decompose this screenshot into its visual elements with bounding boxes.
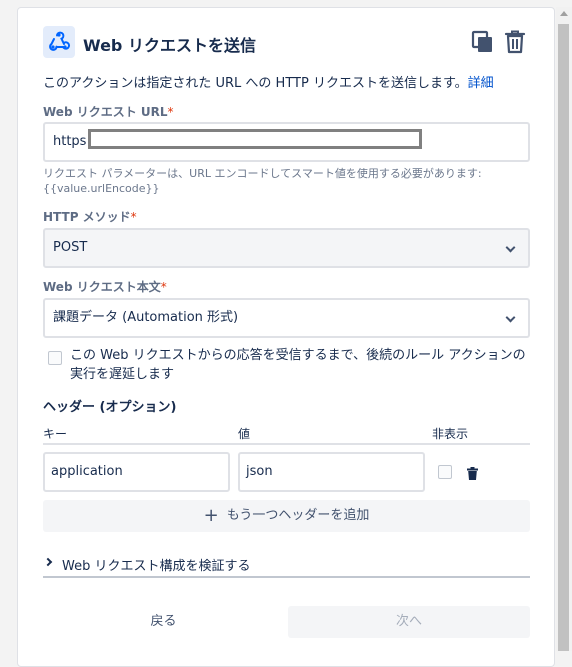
body-select[interactable]: 課題データ (Automation 形式) — [43, 298, 530, 338]
validate-request-toggle[interactable]: Web リクエスト構成を検証する — [43, 552, 530, 578]
header-value-input[interactable]: json — [238, 452, 425, 492]
wait-response-label: この Web リクエストからの応答を受信するまで、後続のルール アクションの実行… — [70, 348, 526, 382]
next-button[interactable]: 次へ — [288, 606, 530, 638]
add-header-label: もう一つヘッダーを追加 — [226, 508, 370, 523]
chevron-down-icon — [505, 312, 516, 323]
url-label: Web リクエスト URL* — [43, 103, 174, 120]
scroll-up-arrow-icon[interactable] — [560, 11, 568, 16]
learn-more-link[interactable]: 詳細 — [468, 76, 494, 91]
chevron-down-icon — [505, 242, 516, 253]
headers-section-title: ヘッダー (オプション) — [43, 400, 177, 415]
body-select-value: 課題データ (Automation 形式) — [53, 310, 239, 325]
method-select[interactable]: POST — [43, 228, 530, 268]
body-label: Web リクエスト本文* — [43, 278, 167, 295]
url-helper-text: リクエスト パラメーターは、URL エンコードしてスマート値を使用する必要があり… — [43, 166, 530, 196]
required-mark: * — [130, 210, 137, 224]
header-key-input[interactable]: application — [43, 452, 230, 492]
validate-request-label: Web リクエスト構成を検証する — [62, 559, 251, 574]
redacted-url-block — [88, 129, 422, 149]
method-select-value: POST — [53, 240, 88, 255]
description-text: このアクションは指定された URL への HTTP リクエストを送信します。 — [43, 76, 468, 91]
remove-header-trash-icon[interactable] — [467, 465, 478, 480]
copy-icon[interactable] — [471, 30, 495, 54]
method-label-text: HTTP メソッド — [43, 210, 131, 224]
required-mark: * — [160, 280, 167, 294]
header-column-value: 値 — [238, 427, 251, 441]
scrollbar-thumb[interactable] — [558, 24, 569, 651]
header-columns-divider — [43, 443, 530, 445]
header-column-hidden: 非表示 — [432, 427, 469, 441]
header-column-key: キー — [43, 427, 68, 441]
action-description: このアクションは指定された URL への HTTP リクエストを送信します。詳細 — [43, 72, 494, 91]
method-label: HTTP メソッド* — [43, 208, 137, 225]
url-label-text: Web リクエスト URL — [43, 105, 168, 119]
url-input-value: https: — [53, 134, 91, 149]
body-label-text: Web リクエスト本文 — [43, 280, 161, 294]
url-input[interactable]: https: — [43, 122, 530, 162]
panel-title: Web リクエストを送信 — [83, 36, 256, 55]
required-mark: * — [167, 105, 174, 119]
wait-response-checkbox[interactable] — [48, 351, 62, 365]
add-header-button[interactable]: + もう一つヘッダーを追加 — [43, 500, 530, 532]
helper-line-1: リクエスト パラメーターは、URL エンコードしてスマート値を使用する必要があり… — [43, 167, 482, 180]
back-button[interactable]: 戻る — [43, 606, 284, 638]
chevron-right-icon — [43, 557, 53, 567]
helper-line-2: {{value.urlEncode}} — [43, 182, 160, 195]
header-hidden-checkbox[interactable] — [438, 465, 452, 479]
plus-icon: + — [203, 505, 219, 526]
webhook-icon — [43, 26, 75, 58]
panel-header: Web リクエストを送信 — [43, 26, 530, 58]
trash-icon[interactable] — [503, 29, 527, 55]
